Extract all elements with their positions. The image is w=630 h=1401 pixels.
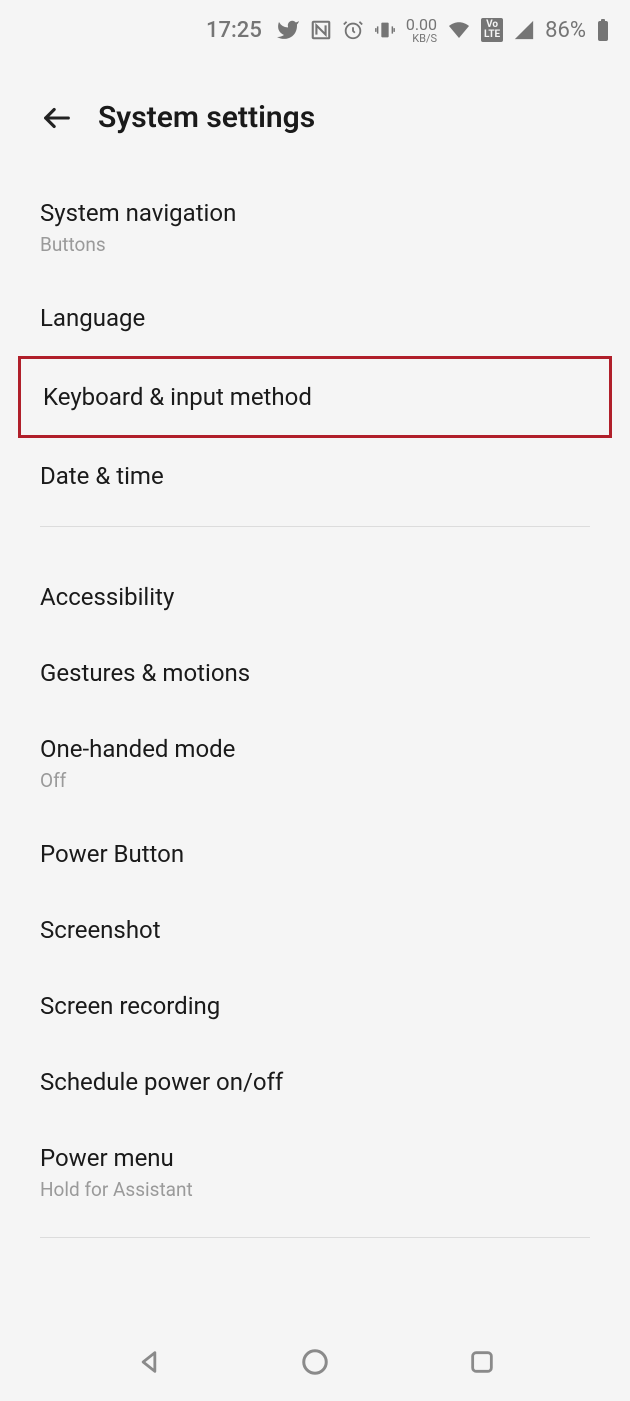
item-subtitle: Buttons — [40, 233, 590, 256]
status-time: 17:25 — [206, 18, 262, 43]
item-title: Date & time — [40, 462, 590, 490]
page-header: System settings — [0, 60, 630, 155]
item-title: Schedule power on/off — [40, 1068, 590, 1096]
battery-icon — [596, 18, 610, 42]
item-title: Power menu — [40, 1144, 590, 1172]
page-title: System settings — [98, 100, 315, 135]
data-rate: 0.00 KB/S — [406, 17, 437, 44]
item-schedule-power[interactable]: Schedule power on/off — [0, 1044, 630, 1120]
item-screen-recording[interactable]: Screen recording — [0, 968, 630, 1044]
item-one-handed-mode[interactable]: One-handed mode Off — [0, 711, 630, 816]
settings-list-1: System navigation Buttons Language Keybo… — [0, 155, 630, 514]
item-subtitle: Off — [40, 769, 590, 792]
item-system-navigation[interactable]: System navigation Buttons — [0, 175, 630, 280]
item-title: Accessibility — [40, 583, 590, 611]
volte-icon: VoLTE — [481, 18, 503, 42]
alarm-icon — [342, 19, 364, 41]
item-title: Keyboard & input method — [43, 383, 587, 411]
item-keyboard-input[interactable]: Keyboard & input method — [18, 356, 612, 438]
nav-back-icon[interactable] — [131, 1344, 167, 1380]
signal-icon — [513, 19, 535, 41]
item-language[interactable]: Language — [0, 280, 630, 356]
nav-home-icon[interactable] — [297, 1344, 333, 1380]
item-gestures-motions[interactable]: Gestures & motions — [0, 635, 630, 711]
android-navbar — [0, 1333, 630, 1391]
item-title: Screen recording — [40, 992, 590, 1020]
item-screenshot[interactable]: Screenshot — [0, 892, 630, 968]
twitter-icon — [276, 18, 300, 42]
item-power-button[interactable]: Power Button — [0, 816, 630, 892]
divider — [40, 1237, 590, 1238]
battery-percent: 86% — [545, 18, 586, 43]
back-arrow-icon[interactable] — [40, 101, 74, 135]
item-title: One-handed mode — [40, 735, 590, 763]
item-title: Power Button — [40, 840, 590, 868]
vibrate-icon — [374, 19, 396, 41]
item-date-time[interactable]: Date & time — [0, 438, 630, 514]
item-accessibility[interactable]: Accessibility — [0, 559, 630, 635]
item-title: Language — [40, 304, 590, 332]
item-title: Gestures & motions — [40, 659, 590, 687]
settings-list-2: Accessibility Gestures & motions One-han… — [0, 539, 630, 1225]
divider — [40, 526, 590, 527]
item-subtitle: Hold for Assistant — [40, 1178, 590, 1201]
status-bar: 17:25 0.00 KB/S VoLTE 86% — [0, 0, 630, 60]
item-title: Screenshot — [40, 916, 590, 944]
nfc-icon — [310, 19, 332, 41]
item-power-menu[interactable]: Power menu Hold for Assistant — [0, 1120, 630, 1225]
wifi-icon — [447, 18, 471, 42]
item-title: System navigation — [40, 199, 590, 227]
nav-recent-icon[interactable] — [464, 1344, 500, 1380]
